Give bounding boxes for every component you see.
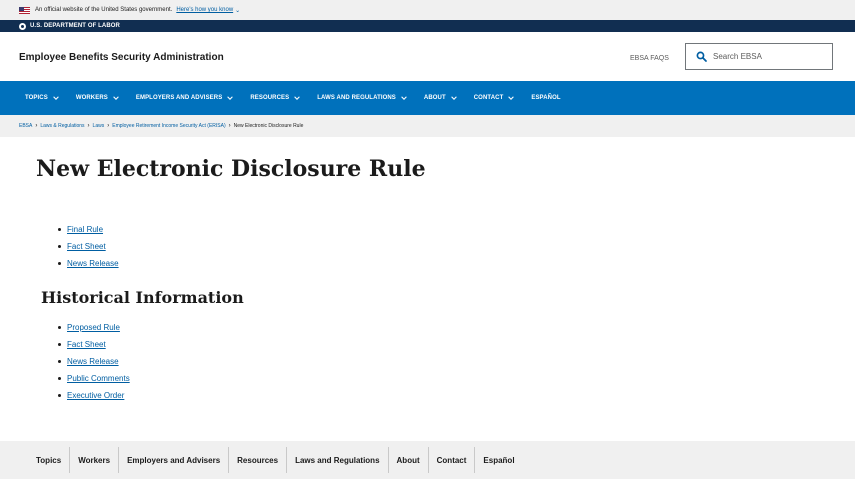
final-rule-link[interactable]: Final Rule [67, 225, 103, 234]
chevron-down-icon [450, 96, 457, 100]
dol-seal-icon [19, 22, 26, 30]
public-comments-link[interactable]: Public Comments [67, 374, 130, 383]
breadcrumb-separator-icon: › [87, 123, 90, 129]
chevron-down-icon[interactable]: ⌄ [235, 7, 240, 14]
list-item: Final Rule [58, 221, 119, 238]
footer-item-laws-and-regulations[interactable]: Laws and Regulations [286, 447, 387, 473]
chevron-down-icon [227, 96, 234, 100]
breadcrumb-separator-icon: › [107, 123, 110, 129]
bullet-icon [58, 360, 61, 363]
historical-news-release-link[interactable]: News Release [67, 357, 119, 366]
chevron-down-icon [401, 96, 407, 100]
footer-item-contact[interactable]: Contact [427, 447, 475, 473]
breadcrumb-link-laws[interactable]: Laws [93, 123, 105, 129]
ebsa-faqs-link[interactable]: EBSA FAQS [630, 55, 669, 62]
nav-item-label: Laws and Regulations [317, 95, 396, 101]
footer-item-topics[interactable]: Topics [28, 447, 69, 473]
nav-item-about[interactable]: About [424, 95, 457, 101]
executive-order-link[interactable]: Executive Order [67, 391, 124, 400]
main-nav: Topics Workers Employers and Advisers Re… [0, 81, 855, 115]
bullet-icon [58, 377, 61, 380]
nav-item-label: Español [531, 95, 561, 101]
list-item: Proposed Rule [58, 319, 130, 336]
footer-item-resources[interactable]: Resources [228, 447, 286, 473]
nav-item-espanol[interactable]: Español [531, 95, 560, 101]
footer-item-espanol[interactable]: Español [474, 447, 522, 473]
breadcrumb-separator-icon: › [228, 123, 231, 129]
gov-banner: An official website of the United States… [0, 0, 855, 20]
nav-item-topics[interactable]: Topics [25, 95, 59, 101]
nav-item-label: Topics [25, 95, 48, 101]
nav-item-laws-and-regulations[interactable]: Laws and Regulations [317, 95, 407, 101]
nav-item-label: About [423, 95, 446, 101]
news-release-link[interactable]: News Release [67, 259, 119, 268]
list-item: Public Comments [58, 370, 130, 387]
nav-item-label: Workers [75, 95, 108, 101]
nav-item-resources[interactable]: Resources [250, 95, 301, 101]
bullet-icon [58, 228, 61, 231]
historical-fact-sheet-link[interactable]: Fact Sheet [67, 340, 106, 349]
nav-item-label: Employers and Advisers [135, 95, 223, 101]
search-box[interactable] [685, 43, 833, 70]
nav-item-employers-and-advisers[interactable]: Employers and Advisers [135, 95, 234, 101]
breadcrumb-link-erisa[interactable]: Employee Retirement Income Security Act … [112, 123, 225, 129]
nav-item-contact[interactable]: Contact [474, 95, 515, 101]
nav-item-label: Resources [250, 95, 290, 101]
footer-item-employers-and-advisers[interactable]: Employers and Advisers [118, 447, 228, 473]
footer-item-workers[interactable]: Workers [69, 447, 118, 473]
list-item: Fact Sheet [58, 238, 119, 255]
list-item: News Release [58, 255, 119, 272]
list-item: Executive Order [58, 387, 130, 404]
heres-how-you-know-link[interactable]: Here's how you know [176, 7, 233, 13]
fact-sheet-link[interactable]: Fact Sheet [67, 242, 106, 251]
breadcrumb: EBSA › Laws & Regulations › Laws › Emplo… [0, 115, 855, 137]
page-title: New Electronic Disclosure Rule [36, 156, 426, 182]
historical-links-list: Proposed Rule Fact Sheet News Release Pu… [58, 319, 130, 404]
bullet-icon [58, 245, 61, 248]
chevron-down-icon [508, 96, 515, 100]
chevron-down-icon [53, 96, 59, 100]
footer-nav: Topics Workers Employers and Advisers Re… [0, 441, 855, 479]
nav-item-workers[interactable]: Workers [76, 95, 119, 101]
bullet-icon [58, 343, 61, 346]
breadcrumb-separator-icon: › [35, 123, 38, 129]
breadcrumb-link-ebsa[interactable]: EBSA [19, 123, 32, 129]
current-links-list: Final Rule Fact Sheet News Release [58, 221, 119, 272]
footer-item-about[interactable]: About [387, 447, 428, 473]
breadcrumb-current: New Electronic Disclosure Rule [233, 123, 304, 129]
search-input[interactable] [713, 47, 823, 66]
bullet-icon [58, 326, 61, 329]
chevron-down-icon [113, 96, 119, 100]
list-item: News Release [58, 353, 130, 370]
search-icon[interactable] [696, 51, 707, 62]
dol-bar: U.S. DEPARTMENT OF LABOR [0, 20, 855, 32]
proposed-rule-link[interactable]: Proposed Rule [67, 323, 120, 332]
gov-banner-text: An official website of the United States… [35, 7, 173, 13]
historical-information-heading: Historical Information [41, 288, 244, 307]
breadcrumb-link-laws-regulations[interactable]: Laws & Regulations [40, 123, 84, 129]
nav-item-label: Contact [473, 95, 504, 101]
chevron-down-icon [294, 96, 301, 100]
bullet-icon [58, 394, 61, 397]
bullet-icon [58, 262, 61, 265]
us-flag-icon [19, 6, 30, 14]
list-item: Fact Sheet [58, 336, 130, 353]
agency-name[interactable]: Employee Benefits Security Administratio… [19, 52, 224, 63]
agency-header: Employee Benefits Security Administratio… [0, 32, 855, 81]
dol-link[interactable]: U.S. DEPARTMENT OF LABOR [30, 23, 120, 29]
